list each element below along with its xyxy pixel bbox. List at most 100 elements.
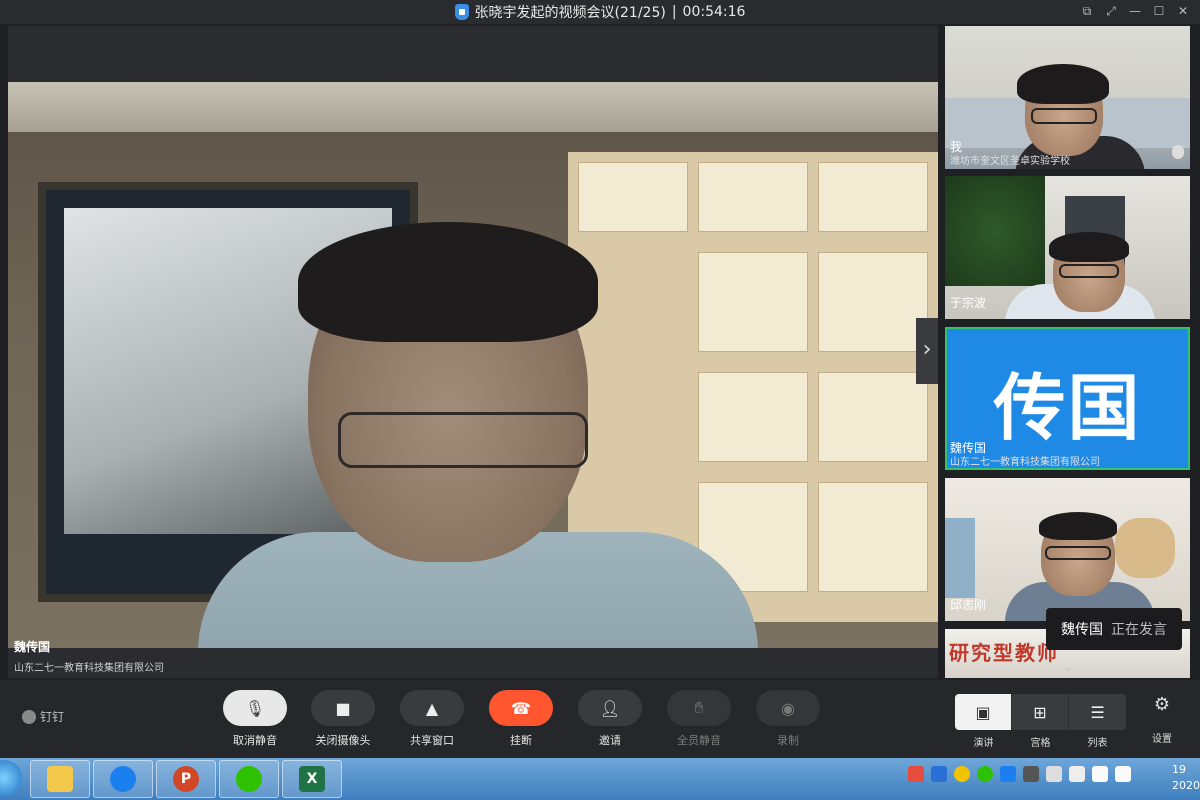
- phone-hangup-icon: ☎: [511, 698, 531, 718]
- camera-off-button[interactable]: ■ 关闭摄像头: [308, 690, 378, 748]
- list-layout-button[interactable]: ☰: [1069, 694, 1126, 730]
- main-video-label: 魏传国 山东二七一教育科技集团有限公司: [14, 638, 164, 674]
- participant-name: 邱志刚: [950, 598, 987, 612]
- battery-icon[interactable]: [1046, 766, 1062, 782]
- signal-icon[interactable]: [1092, 766, 1108, 782]
- wechat-icon: [236, 766, 262, 792]
- taskbar-wechat[interactable]: [219, 760, 279, 798]
- lock-icon: [454, 4, 469, 20]
- excel-icon: X: [299, 766, 325, 792]
- maximize-icon[interactable]: ☐: [1152, 2, 1166, 20]
- main-speaker-org: 山东二七一教育科技集团有限公司: [14, 663, 164, 674]
- main-video-frame: [8, 82, 938, 648]
- dingtalk-icon: [110, 766, 136, 792]
- invite-label: 邀请: [599, 734, 621, 747]
- meeting-duration: 00:54:16: [682, 4, 746, 20]
- tray-app-icon[interactable]: [954, 766, 970, 782]
- layout-labels: 演讲 宫格 列表: [955, 734, 1127, 749]
- powerpoint-icon: P: [173, 766, 199, 792]
- start-button[interactable]: [0, 760, 22, 796]
- brand: 钉钉: [22, 708, 64, 725]
- chevron-right-icon[interactable]: ›: [916, 318, 938, 384]
- taskbar-explorer[interactable]: [30, 760, 90, 798]
- close-icon[interactable]: ✕: [1176, 2, 1190, 20]
- clock-time: 19: [1172, 763, 1186, 776]
- main-video[interactable]: 魏传国 山东二七一教育科技集团有限公司: [8, 26, 938, 678]
- speaking-indicator: 魏传国 正在发言: [1046, 608, 1182, 650]
- wall-text: 研究型教师: [949, 641, 1059, 665]
- unmute-button[interactable]: 🎙︎ 取消静音: [220, 690, 290, 748]
- os-taskbar: P X 19 2020: [0, 758, 1200, 800]
- speaker-person: [198, 222, 758, 648]
- taskbar-excel[interactable]: X: [282, 760, 342, 798]
- grid-layout-label: 宫格: [1030, 738, 1051, 749]
- layout-switcher: ▣ ⊞ ☰: [955, 694, 1127, 730]
- network-icon[interactable]: [1069, 766, 1085, 782]
- system-clock[interactable]: 19 2020: [1172, 762, 1200, 794]
- gear-icon: ⚙: [1153, 694, 1171, 715]
- keyboard-icon[interactable]: [1023, 766, 1039, 782]
- participant-tile-yu[interactable]: 于宗波: [945, 176, 1190, 319]
- participant-org: 山东二七一教育科技集团有限公司: [950, 457, 1100, 468]
- dingtalk-logo-icon: [22, 709, 36, 724]
- microphone-icon: [1172, 145, 1184, 159]
- taskbar-powerpoint[interactable]: P: [156, 760, 216, 798]
- microphone-muted-icon: 🎙︎: [244, 698, 266, 718]
- record-icon: ◉: [781, 698, 795, 718]
- volume-icon[interactable]: [1115, 766, 1131, 782]
- meeting-title: 张晓宇发起的视频会议(21/25): [474, 5, 666, 21]
- grid-layout-button[interactable]: ⊞: [1012, 694, 1069, 730]
- fullscreen-icon[interactable]: ⤢: [1104, 2, 1118, 20]
- camera-off-label: 关闭摄像头: [315, 734, 371, 747]
- meeting-toolbar: 钉钉 🎙︎ 取消静音 ■ 关闭摄像头 ▲ 共享窗口 ☎ 挂断 👤︎ 邀请 ✋︎ …: [0, 680, 1200, 758]
- unmute-label: 取消静音: [233, 734, 277, 747]
- participant-tile-me[interactable]: 我 潍坊市奎文区圣卓实验学校: [945, 26, 1190, 169]
- settings-button[interactable]: ⚙ 设置: [1146, 694, 1178, 745]
- invite-button[interactable]: 👤︎ 邀请: [575, 690, 645, 748]
- speaking-state: 正在发言: [1111, 622, 1167, 638]
- list-layout-icon: ☰: [1090, 702, 1105, 722]
- record-button[interactable]: ◉ 录制: [753, 690, 823, 748]
- mute-all-icon: ✋︎: [694, 698, 704, 717]
- window-controls: ⧉ ⤢ — ☐ ✕: [1080, 2, 1190, 20]
- share-window-button[interactable]: ▲ 共享窗口: [397, 690, 467, 748]
- clock-date: 2020: [1172, 779, 1200, 792]
- participant-org: 潍坊市奎文区圣卓实验学校: [950, 156, 1070, 167]
- settings-label: 设置: [1152, 734, 1172, 745]
- ceiling: [8, 82, 938, 132]
- wechat-tray-icon[interactable]: [977, 766, 993, 782]
- window-title: 张晓宇发起的视频会议(21/25) | 00:54:16: [454, 2, 746, 22]
- hang-up-button[interactable]: ☎ 挂断: [486, 690, 556, 748]
- sogou-input-icon[interactable]: [908, 766, 924, 782]
- video-conference-window: 张晓宇发起的视频会议(21/25) | 00:54:16 ⧉ ⤢ — ☐ ✕ 魏…: [0, 0, 1200, 800]
- participant-tile-qiu[interactable]: 邱志刚: [945, 478, 1190, 621]
- record-label: 录制: [777, 734, 799, 747]
- speaker-layout-button[interactable]: ▣: [955, 694, 1012, 730]
- mute-all-button[interactable]: ✋︎ 全员静音: [664, 690, 734, 748]
- speaker-layout-label: 演讲: [973, 738, 994, 749]
- speaker-layout-icon: ▣: [975, 702, 991, 722]
- mute-all-label: 全员静音: [677, 734, 721, 747]
- minimize-icon[interactable]: —: [1128, 2, 1142, 20]
- hang-up-label: 挂断: [510, 734, 532, 747]
- add-user-icon: 👤︎: [599, 698, 621, 718]
- bluetooth-icon[interactable]: [1000, 766, 1016, 782]
- folder-icon: [47, 766, 73, 792]
- grid-layout-icon: ⊞: [1033, 702, 1047, 722]
- taskbar-dingtalk[interactable]: [93, 760, 153, 798]
- participant-panel: 我 潍坊市奎文区圣卓实验学校 于宗波 传国 魏传国 山东二七一教育科技集团有限公…: [945, 26, 1193, 678]
- pip-icon[interactable]: ⧉: [1080, 2, 1094, 20]
- system-tray: [908, 766, 1131, 782]
- share-icon: ▲: [425, 698, 439, 718]
- main-speaker-name: 魏传国: [14, 640, 51, 654]
- brand-label: 钉钉: [40, 710, 65, 724]
- list-layout-label: 列表: [1087, 738, 1108, 749]
- speaking-name: 魏传国: [1061, 622, 1103, 638]
- title-separator: |: [671, 4, 677, 20]
- video-camera-icon: ■: [335, 698, 351, 718]
- chevron-down-icon[interactable]: ⌄: [1056, 656, 1080, 675]
- share-window-label: 共享窗口: [410, 734, 454, 747]
- tray-arrow-icon[interactable]: [931, 766, 947, 782]
- title-bar: 张晓宇发起的视频会议(21/25) | 00:54:16 ⧉ ⤢ — ☐ ✕: [0, 0, 1200, 24]
- participant-tile-wei[interactable]: 传国 魏传国 山东二七一教育科技集团有限公司: [945, 327, 1190, 470]
